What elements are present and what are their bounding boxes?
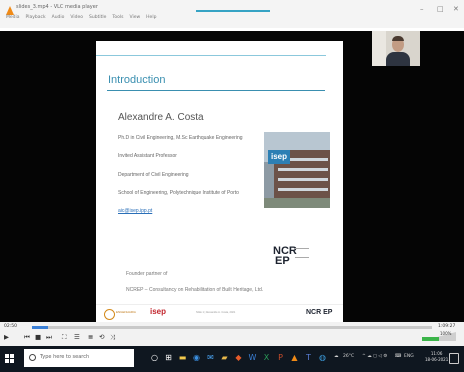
menu-view[interactable]: View: [129, 15, 140, 20]
slide-title-underline: [107, 90, 325, 91]
teams-icon[interactable]: T: [304, 353, 313, 363]
slide-footer: ENGENHARIA isep Slide 1 | Alexandre A. C…: [96, 304, 343, 323]
menu-media[interactable]: Media: [6, 15, 20, 20]
title-accent-bar: [196, 10, 270, 12]
footer-isep-logo: isep: [150, 307, 167, 316]
volume-level: [422, 337, 439, 341]
volume-percent: 100%: [440, 331, 452, 336]
taskbar-search-box[interactable]: Type here to search: [24, 349, 134, 367]
weather-icon[interactable]: ☁: [334, 354, 339, 359]
menu-tools[interactable]: Tools: [112, 15, 123, 20]
isep-logo: isep: [268, 150, 290, 164]
ncrep-logo: NCR EP: [273, 246, 297, 267]
edge-icon[interactable]: ◉: [192, 353, 201, 363]
ncrep-logo-line2: EP: [275, 255, 290, 267]
tray-language[interactable]: ENG: [404, 354, 414, 359]
footer-center-text: Slide 1 | Alexandre A. Costa, 2021: [196, 311, 236, 314]
windows-taskbar: Type here to search ○ ⊞ ▬ ◉ ✉ ▰ ◆ W X P …: [0, 346, 464, 372]
total-time: 1:09:27: [438, 324, 456, 329]
play-icon[interactable]: ▶: [4, 333, 9, 341]
zoom-icon[interactable]: ◍: [318, 353, 327, 363]
tray-weather[interactable]: 26°C: [343, 354, 354, 359]
menu-help[interactable]: Help: [146, 15, 156, 20]
window-title: slides_3.mp4 - VLC media player: [16, 4, 98, 10]
playlist-icon[interactable]: ≣: [88, 333, 93, 341]
elapsed-time: 02:50: [4, 324, 17, 329]
slide-top-divider: [96, 55, 326, 56]
task-view-icon[interactable]: ○: [150, 353, 159, 363]
menu-subtitle[interactable]: Subtitle: [89, 15, 106, 20]
fullscreen-icon[interactable]: ⛶: [62, 333, 67, 342]
founder-heading: Founder partner of: [126, 271, 168, 277]
speaker-degree: Ph.D in Civil Engineering, M.Sc Earthqua…: [118, 135, 243, 141]
seek-bar-progress: [32, 326, 48, 329]
next-icon[interactable]: ⏭: [46, 333, 52, 342]
loop-icon[interactable]: ⟲: [99, 333, 104, 341]
founder-company: NCREP – Consultancy on Rehabilitation of…: [126, 287, 264, 293]
menu-audio[interactable]: Audio: [52, 15, 65, 20]
slide-title: Introduction: [108, 74, 166, 86]
extended-settings-icon[interactable]: ☰: [74, 333, 80, 341]
close-button[interactable]: ✕: [453, 5, 459, 13]
stop-icon[interactable]: ■: [35, 333, 41, 341]
menu-video[interactable]: Video: [70, 15, 83, 20]
office-icon[interactable]: ◆: [234, 353, 243, 363]
windows-start-icon[interactable]: [5, 354, 15, 364]
presentation-slide: Introduction Alexandre A. Costa Ph.D in …: [96, 41, 343, 322]
word-icon[interactable]: W: [248, 353, 257, 363]
speaker-email-link: aic@isep.ipp.pt: [118, 208, 153, 214]
window-title-bar: slides_3.mp4 - VLC media player Media Pla…: [0, 0, 464, 28]
speaker-name: Alexandre A. Costa: [118, 112, 204, 123]
seek-bar[interactable]: [32, 326, 432, 329]
powerpoint-icon[interactable]: P: [276, 353, 285, 363]
presenter-body: [386, 52, 410, 66]
menu-playback[interactable]: Playback: [26, 15, 46, 20]
vlc-taskbar-icon[interactable]: ▲: [290, 353, 299, 363]
speaker-position: Invited Assistant Professor: [118, 153, 177, 159]
isep-building-photo: [264, 132, 330, 208]
maximize-button[interactable]: □: [437, 5, 444, 13]
footer-seal-text: ENGENHARIA: [116, 310, 136, 314]
mail-icon[interactable]: ✉: [206, 353, 215, 363]
taskbar-clock[interactable]: 11:06 18-06-2021: [425, 351, 448, 363]
notifications-icon[interactable]: [449, 353, 459, 364]
previous-icon[interactable]: ⏮: [24, 333, 30, 342]
folder-icon[interactable]: ▰: [220, 353, 229, 363]
random-icon[interactable]: ⤨: [110, 333, 115, 342]
excel-icon[interactable]: X: [262, 353, 271, 363]
vlc-cone-icon: [6, 6, 14, 15]
speaker-school: School of Engineering, Polytechnique Ins…: [118, 190, 239, 196]
clock-date: 18-06-2021: [425, 357, 449, 362]
search-icon: [29, 354, 36, 361]
search-placeholder: Type here to search: [40, 354, 90, 360]
player-controls: 02:50 1:09:27 ▶ ⏮ ■ ⏭ ⛶ ☰ ≣ ⟲ ⤨ 100%: [0, 322, 464, 346]
university-seal-icon: [104, 309, 115, 320]
minimize-button[interactable]: –: [420, 5, 424, 13]
speaker-department: Department of Civil Engineering: [118, 172, 189, 178]
tray-icons[interactable]: ^ ☁ ◻ ◁ ⚙: [362, 354, 387, 359]
presenter-webcam: [372, 31, 420, 66]
menu-bar: Media Playback Audio Video Subtitle Tools View…: [6, 15, 162, 20]
footer-ncrep-logo: NCR EP: [306, 309, 333, 316]
file-explorer-icon[interactable]: ▬: [178, 353, 187, 363]
tray-keyboard-icon[interactable]: ⌨: [395, 354, 402, 359]
ncrep-logo-lines: [295, 248, 309, 258]
multitask-icon[interactable]: ⊞: [164, 353, 173, 363]
